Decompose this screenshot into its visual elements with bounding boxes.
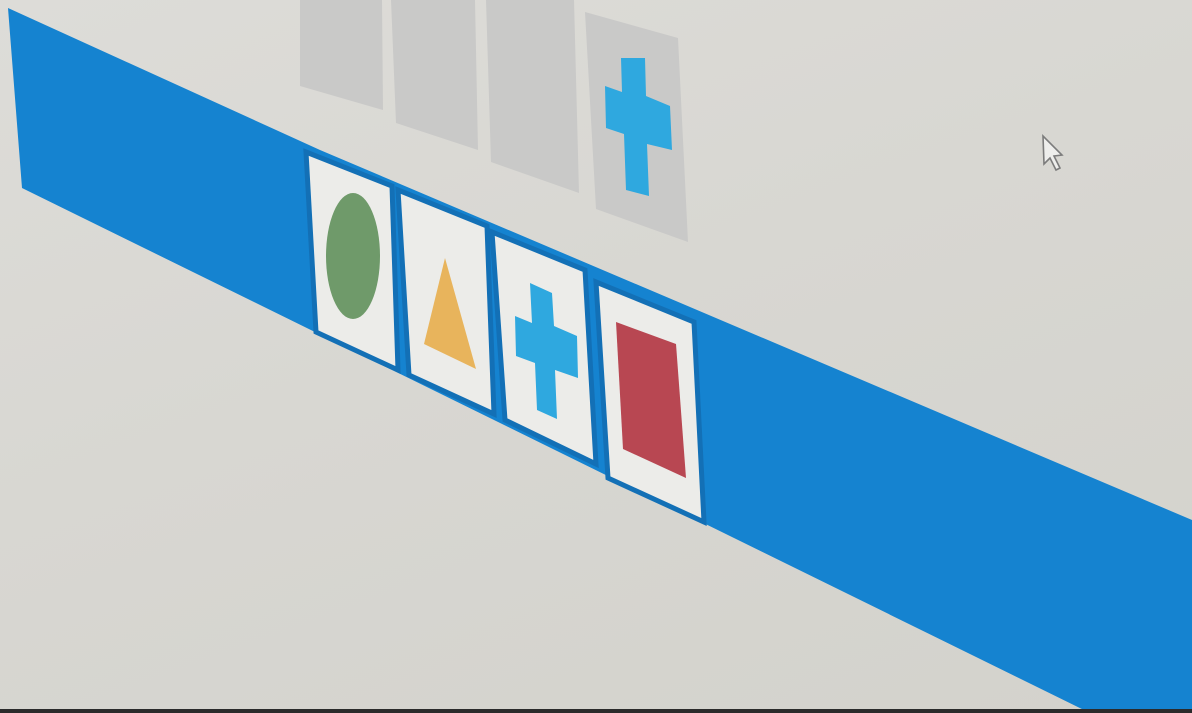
circle-shape-icon <box>326 193 380 319</box>
hand-card-2[interactable] <box>395 186 497 418</box>
screen-bottom-edge <box>0 709 1192 713</box>
hand-card-3[interactable] <box>489 228 599 469</box>
target-slot-2[interactable] <box>391 0 478 150</box>
game-board <box>8 0 1192 713</box>
game-screen <box>0 0 1192 713</box>
target-slot-1[interactable] <box>300 0 383 110</box>
hand-card-4[interactable] <box>593 278 707 526</box>
hand-card-1[interactable] <box>303 148 401 374</box>
target-slot-3[interactable] <box>486 0 579 193</box>
arrow-pointer-icon <box>1042 134 1064 172</box>
